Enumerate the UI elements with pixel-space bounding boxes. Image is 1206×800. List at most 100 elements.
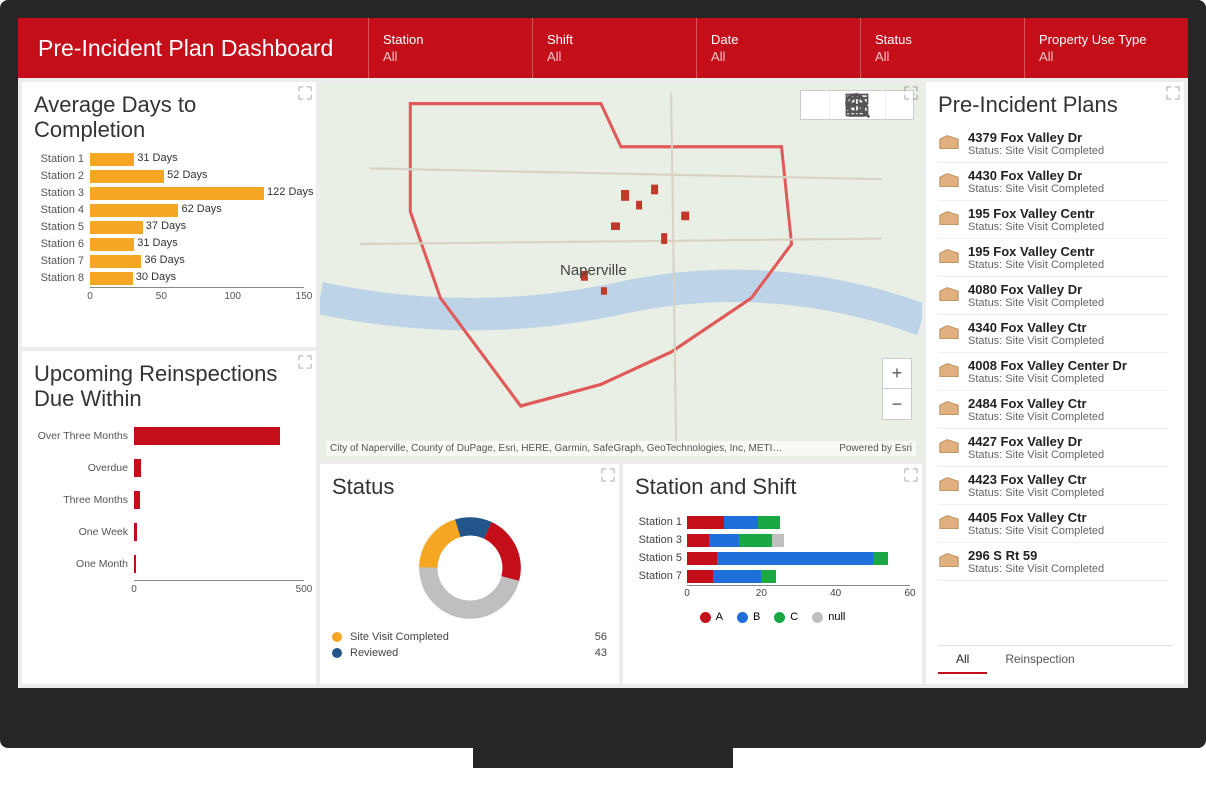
bar-value: 122 Days	[267, 186, 313, 198]
bar-row: Overdue	[34, 452, 304, 484]
stacked-bar-row: Station 5	[635, 549, 910, 567]
expand-icon[interactable]	[298, 355, 312, 369]
center-column: Naperville + − City of Naperville, Count…	[320, 82, 922, 684]
bar-category: Station 8	[34, 272, 90, 284]
plan-title: 4379 Fox Valley Dr	[968, 130, 1168, 145]
bar-category: Station 5	[635, 552, 687, 564]
bar-value: 30 Days	[136, 271, 176, 283]
plans-list[interactable]: 4379 Fox Valley Dr Status: Site Visit Com…	[938, 125, 1172, 641]
filter-shift[interactable]: Shift All	[532, 18, 696, 78]
legend-name: C	[790, 611, 798, 623]
plan-status: Status: Site Visit Completed	[968, 449, 1168, 461]
legend-item: B	[737, 611, 760, 623]
filter-station[interactable]: Station All	[368, 18, 532, 78]
building-icon	[938, 551, 960, 575]
legend-item: A	[700, 611, 723, 623]
plan-item[interactable]: 195 Fox Valley CentrStatus: Site Visit C…	[938, 239, 1168, 277]
bar-category: Station 6	[34, 238, 90, 250]
filter-value: All	[547, 49, 682, 64]
bar-segment	[739, 534, 772, 547]
plan-status: Status: Site Visit Completed	[968, 183, 1168, 195]
bar-segment	[772, 534, 783, 547]
avg-days-chart: Station 131 DaysStation 252 DaysStation …	[34, 151, 304, 305]
reinspections-chart: Over Three Months OverdueThree Months One …	[34, 420, 304, 598]
filter-label: Property Use Type	[1039, 32, 1174, 47]
expand-icon[interactable]	[904, 86, 918, 100]
bar-category: One Week	[34, 526, 134, 538]
tab-reinspection[interactable]: Reinspection	[987, 646, 1092, 674]
card-title: Status	[332, 474, 607, 499]
bar-row: Station 8 30 Days	[34, 270, 304, 287]
plans-card: Pre-Incident Plans 4379 Fox Valley Dr Sta…	[926, 82, 1184, 684]
monitor-stand	[473, 723, 733, 768]
filter-date[interactable]: Date All	[696, 18, 860, 78]
tab-all[interactable]: All	[938, 646, 987, 674]
station-shift-card: Station and Shift Station 1Station 3Stat…	[623, 464, 922, 684]
legend-name: B	[753, 611, 760, 623]
status-donut-chart	[332, 513, 607, 623]
card-title: Pre-Incident Plans	[938, 92, 1172, 117]
building-icon	[938, 247, 960, 271]
expand-icon[interactable]	[904, 468, 918, 482]
map-card: Naperville + − City of Naperville, Count…	[320, 82, 922, 460]
plans-tabs: All Reinspection	[938, 645, 1172, 674]
expand-icon[interactable]	[298, 86, 312, 100]
bar-value: 52 Days	[167, 169, 207, 181]
building-icon	[938, 171, 960, 195]
bar-value: 31 Days	[137, 152, 177, 164]
powered-by: Powered by Esri	[839, 443, 912, 454]
plan-title: 4340 Fox Valley Ctr	[968, 320, 1168, 335]
plan-item[interactable]: 4340 Fox Valley CtrStatus: Site Visit Co…	[938, 315, 1168, 353]
zoom-out-button[interactable]: −	[883, 389, 911, 419]
plan-item[interactable]: 2484 Fox Valley CtrStatus: Site Visit Co…	[938, 391, 1168, 429]
station-shift-legend: ABCnull	[635, 611, 910, 623]
expand-icon[interactable]	[601, 468, 615, 482]
bar-row: Over Three Months	[34, 420, 304, 452]
bar-row: Station 3122 Days	[34, 185, 304, 202]
filter-value: All	[383, 49, 518, 64]
bar-segment	[687, 552, 717, 565]
bar-row: One Week	[34, 516, 304, 548]
bar-category: Station 4	[34, 204, 90, 216]
expand-icon[interactable]	[1166, 86, 1180, 100]
zoom-in-button[interactable]: +	[883, 359, 911, 389]
bar-category: Station 3	[34, 187, 90, 199]
bar-segment	[724, 516, 757, 529]
plan-item[interactable]: 195 Fox Valley CentrStatus: Site Visit C…	[938, 201, 1168, 239]
bar-category: Over Three Months	[34, 430, 134, 442]
building-icon	[938, 285, 960, 309]
plan-item[interactable]: 4080 Fox Valley DrStatus: Site Visit Com…	[938, 277, 1168, 315]
plan-item[interactable]: 4430 Fox Valley DrStatus: Site Visit Com…	[938, 163, 1168, 201]
bar-category: Station 1	[34, 153, 90, 165]
building-icon	[938, 361, 960, 385]
bar-category: Station 7	[34, 255, 90, 267]
plan-item[interactable]: 296 S Rt 59Status: Site Visit Completed	[938, 543, 1168, 581]
building-icon	[938, 323, 960, 347]
legend-swatch	[332, 632, 342, 642]
card-title: Average Days to Completion	[34, 92, 304, 143]
legend-swatch	[737, 612, 748, 623]
filter-label: Date	[711, 32, 846, 47]
filter-status[interactable]: Status All	[860, 18, 1024, 78]
plan-item[interactable]: 4405 Fox Valley CtrStatus: Site Visit Co…	[938, 505, 1168, 543]
plan-status: Status: Site Visit Completed	[968, 563, 1168, 575]
bar-value: 62 Days	[181, 203, 221, 215]
header: Pre-Incident Plan Dashboard Station All …	[18, 18, 1188, 78]
left-column: Average Days to Completion Station 1 31 D…	[22, 82, 316, 684]
dashboard-body: Average Days to Completion Station 1 31 D…	[18, 78, 1188, 688]
bar-row: One Month	[34, 548, 304, 580]
filter-property-use-type[interactable]: Property Use Type All	[1024, 18, 1188, 78]
legend-swatch	[332, 648, 342, 658]
plan-item[interactable]: 4379 Fox Valley DrStatus: Site Visit Com…	[938, 125, 1168, 163]
bar-row: Station 252 Days	[34, 168, 304, 185]
plan-item[interactable]: 4427 Fox Valley DrStatus: Site Visit Com…	[938, 429, 1168, 467]
card-title: Upcoming Reinspections Due Within	[34, 361, 304, 412]
bar-segment	[687, 534, 709, 547]
plan-item[interactable]: 4423 Fox Valley CtrStatus: Site Visit Co…	[938, 467, 1168, 505]
bar-row: Three Months	[34, 484, 304, 516]
bar-segment	[761, 570, 776, 583]
plan-status: Status: Site Visit Completed	[968, 525, 1168, 537]
plan-item[interactable]: 4008 Fox Valley Center DrStatus: Site Vi…	[938, 353, 1168, 391]
map[interactable]: Naperville + − City of Naperville, Count…	[320, 82, 922, 460]
bar-category: Station 3	[635, 534, 687, 546]
